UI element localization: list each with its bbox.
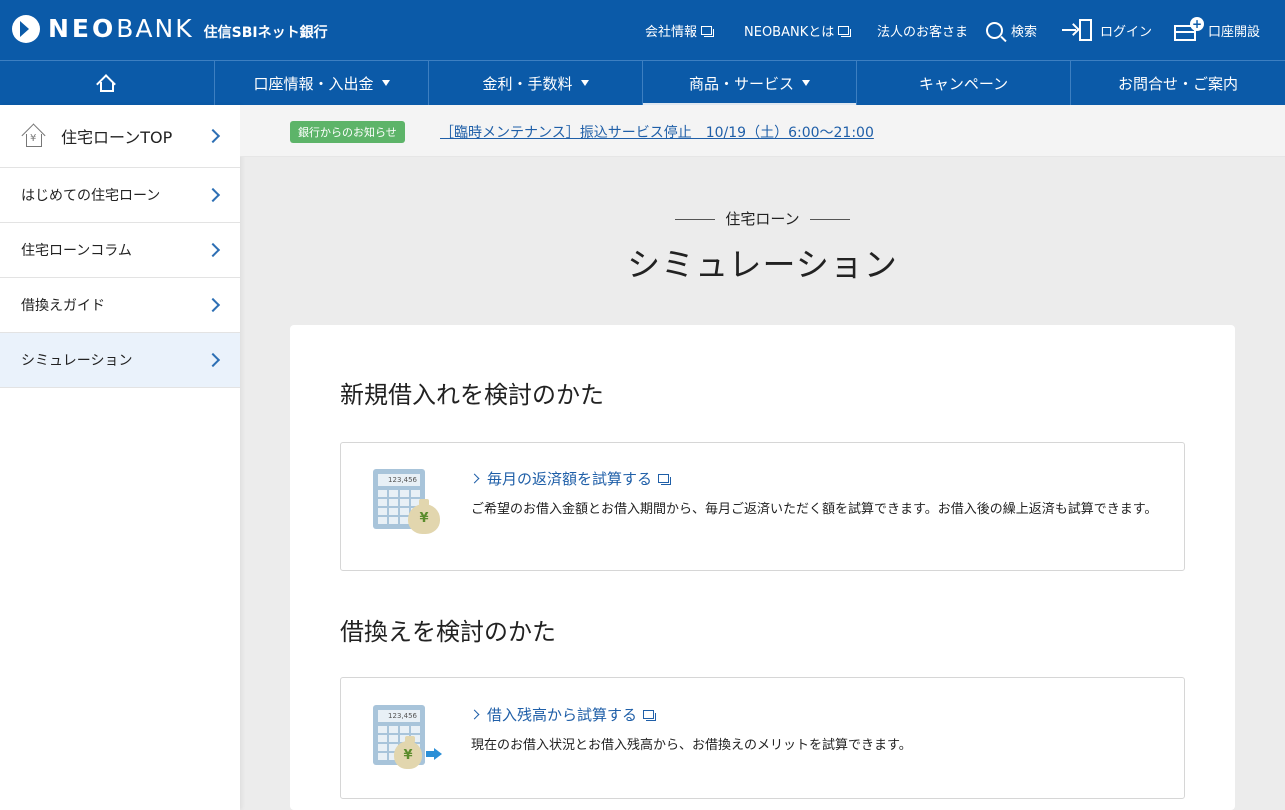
chevron-right-icon — [205, 352, 221, 368]
chevron-right-icon — [205, 128, 221, 144]
company-info-link[interactable]: 会社情報 — [645, 0, 715, 60]
card-description: 現在のお借入状況とお借入残高から、お借換えのメリットを試算できます。 — [471, 738, 912, 753]
notice-bar: 銀行からのお知らせ ［臨時メンテナンス］振込サービス停止 10/19（土）6:0… — [240, 105, 1285, 157]
section-title-new-loan: 新規借入れを検討のかた — [340, 381, 604, 409]
open-account-label: 口座開設 — [1208, 24, 1261, 40]
external-window-icon — [643, 710, 657, 721]
search-button[interactable]: 検索 — [986, 0, 1037, 60]
site-header: NEO BANK 住信SBIネット銀行 会社情報 NEOBANKとは 法人のお客… — [0, 0, 1285, 60]
open-account-icon: + — [1174, 17, 1204, 41]
company-info-label: 会社情報 — [645, 24, 698, 40]
nav-campaign-label: キャンペーン — [918, 74, 1009, 93]
card-description: ご希望のお借入金額とお借入期間から、毎月ご返済いただく額を試算できます。お借入後… — [471, 502, 1158, 517]
neobank-logo-mark-icon — [12, 14, 40, 43]
money-bag-icon: ¥ — [408, 499, 440, 534]
page-subtitle-text: 住宅ローン — [725, 210, 800, 228]
chevron-right-icon — [205, 297, 221, 313]
logo-bank-name: 住信SBIネット銀行 — [203, 24, 328, 41]
corporate-customers-label: 法人のお客さま — [877, 24, 969, 40]
external-window-icon — [658, 474, 672, 485]
sidebar-item-label: 住宅ローンコラム — [21, 243, 132, 259]
nav-home[interactable] — [0, 61, 215, 105]
chevron-right-icon — [469, 473, 480, 484]
chevron-right-icon — [205, 242, 221, 258]
notice-link[interactable]: ［臨時メンテナンス］振込サービス停止 10/19（土）6:00～21:00 — [440, 122, 874, 142]
notice-badge: 銀行からのお知らせ — [290, 121, 405, 143]
nav-contact-label: お問合せ・ご案内 — [1117, 74, 1238, 93]
page-subtitle: 住宅ローン — [240, 208, 1285, 229]
divider — [809, 219, 850, 220]
calculator-display: 123,456 — [378, 710, 420, 722]
sidebar-item-home-loan-column[interactable]: 住宅ローンコラム — [0, 223, 240, 278]
login-label: ログイン — [1100, 24, 1153, 40]
monthly-repayment-link[interactable]: 毎月の返済額を試算する — [469, 468, 672, 489]
yen-symbol: ¥ — [419, 511, 429, 526]
logo-neo-text: NEO — [48, 14, 117, 43]
caret-down-icon — [381, 80, 390, 86]
nav-rates-label: 金利・手数料 — [482, 74, 573, 93]
loan-balance-link[interactable]: 借入残高から試算する — [469, 704, 657, 725]
search-label: 検索 — [1011, 24, 1038, 40]
sidebar-item-label: 住宅ローンTOP — [61, 128, 173, 147]
external-window-icon — [838, 25, 852, 37]
house-yen-icon: ¥ — [21, 123, 47, 148]
repayment-simulation-card[interactable]: 123,456 ¥ 毎月の返済額を試算する ご希望のお借入金額とお借入期間から、… — [340, 442, 1185, 571]
neobank-logo[interactable]: NEO BANK 住信SBIネット銀行 — [12, 14, 328, 43]
about-neobank-link[interactable]: NEOBANKとは — [744, 0, 852, 60]
sidebar-item-refinance-guide[interactable]: 借換えガイド — [0, 278, 240, 333]
sidebar-item-label: シミュレーション — [21, 353, 133, 369]
sidebar-item-label: 借換えガイド — [21, 298, 105, 314]
arrow-right-icon — [426, 748, 442, 760]
nav-contact[interactable]: お問合せ・ご案内 — [1071, 61, 1285, 105]
loan-balance-link-label: 借入残高から試算する — [487, 706, 638, 724]
nav-rates[interactable]: 金利・手数料 — [429, 61, 643, 105]
corporate-customers-link[interactable]: 法人のお客さま — [877, 0, 968, 60]
nav-campaign[interactable]: キャンペーン — [857, 61, 1071, 105]
nav-products[interactable]: 商品・サービス — [643, 61, 857, 106]
search-icon — [986, 21, 1003, 39]
section-title-refinance: 借換えを検討のかた — [340, 618, 556, 646]
nav-account-label: 口座情報・入出金 — [253, 74, 374, 93]
external-window-icon — [701, 25, 715, 37]
calculator-display: 123,456 — [378, 474, 420, 486]
login-icon — [1062, 19, 1092, 41]
global-nav: 口座情報・入出金 金利・手数料 商品・サービス キャンペーン お問合せ・ご案内 — [0, 60, 1285, 106]
sidebar-item-simulation[interactable]: シミュレーション — [0, 333, 240, 388]
chevron-right-icon — [469, 709, 480, 720]
caret-down-icon — [580, 80, 589, 86]
open-account-button[interactable]: + 口座開設 — [1174, 0, 1260, 60]
page-title: シミュレーション — [627, 245, 898, 284]
about-neobank-label: NEOBANKとは — [744, 24, 835, 40]
home-icon — [96, 74, 117, 94]
sidebar-item-home-loan-top[interactable]: ¥ 住宅ローンTOP — [0, 105, 240, 168]
login-button[interactable]: ログイン — [1062, 0, 1152, 60]
yen-symbol: ¥ — [403, 748, 413, 763]
sidebar-item-first-home-loan[interactable]: はじめての住宅ローン — [0, 168, 240, 223]
money-bag-icon: ¥ — [394, 736, 422, 769]
caret-down-icon — [802, 80, 810, 86]
refinance-simulation-card[interactable]: 123,456 ¥ 借入残高から試算する 現在のお借入状況とお借入残高から、お借… — [340, 677, 1185, 799]
sidebar: ¥ 住宅ローンTOP はじめての住宅ローン 住宅ローンコラム 借換えガイド シミ… — [0, 105, 240, 810]
monthly-repayment-link-label: 毎月の返済額を試算する — [487, 470, 653, 488]
nav-account[interactable]: 口座情報・入出金 — [215, 61, 429, 105]
logo-bank-text: BANK — [116, 14, 194, 43]
sidebar-item-label: はじめての住宅ローン — [21, 188, 161, 204]
content-panel: 新規借入れを検討のかた 123,456 ¥ 毎月の返済額を試算する ご希望のお借… — [290, 325, 1235, 810]
divider — [675, 219, 716, 220]
nav-products-label: 商品・サービス — [688, 74, 794, 93]
chevron-right-icon — [205, 187, 221, 203]
